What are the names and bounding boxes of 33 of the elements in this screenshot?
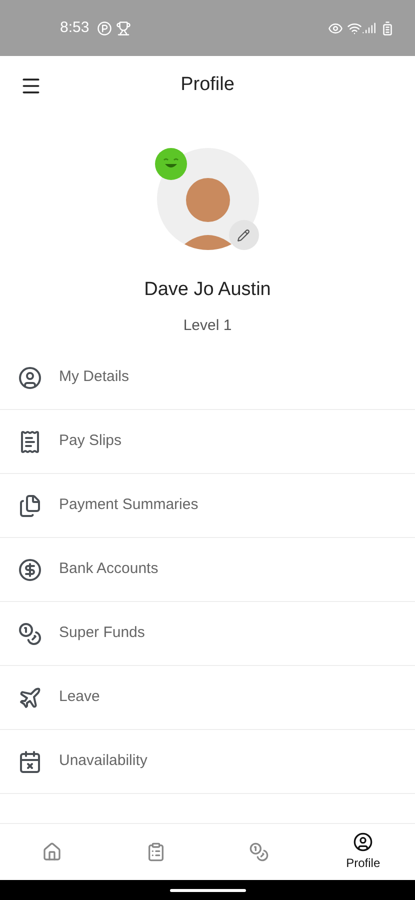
coins-icon: [249, 842, 270, 862]
menu-item[interactable]: Unavailability: [0, 730, 415, 794]
calendar-cross-icon: [18, 750, 42, 774]
menu-item[interactable]: Payment Summaries: [0, 474, 415, 538]
notification-icon: [97, 20, 112, 36]
coins-icon: [18, 622, 42, 646]
mood-badge-icon: [154, 148, 186, 180]
signal-icon: [362, 21, 376, 35]
home-indicator[interactable]: [170, 888, 246, 892]
receipt-icon: [18, 430, 42, 454]
menu-item[interactable]: My Details: [0, 346, 415, 410]
trophy-icon: [116, 20, 132, 36]
wifi-icon: [347, 20, 362, 36]
nav-tab[interactable]: Profile: [311, 824, 415, 880]
documents-icon: [18, 494, 42, 518]
dollar-circle-icon: [18, 558, 42, 582]
battery-icon: [380, 20, 395, 36]
profile-level: Level 1: [183, 316, 232, 336]
menu-item[interactable]: Pay Slips: [0, 410, 415, 474]
status-time: 8:53: [60, 18, 90, 38]
person-circle-icon: [18, 366, 42, 390]
home-icon: [42, 842, 62, 862]
eye-icon: [328, 20, 343, 36]
page-title: Profile: [180, 73, 234, 98]
pencil-icon: [237, 228, 250, 242]
menu-item[interactable]: Bank Accounts: [0, 538, 415, 602]
profile-name: Dave Jo Austin: [144, 278, 271, 302]
menu-item[interactable]: Leave: [0, 666, 415, 730]
menu-item[interactable]: Super Funds: [0, 602, 415, 666]
plane-icon: [18, 686, 42, 710]
edit-avatar-button[interactable]: [228, 220, 258, 250]
person-circle-icon: [353, 832, 374, 852]
clipboard-icon: [146, 842, 166, 862]
